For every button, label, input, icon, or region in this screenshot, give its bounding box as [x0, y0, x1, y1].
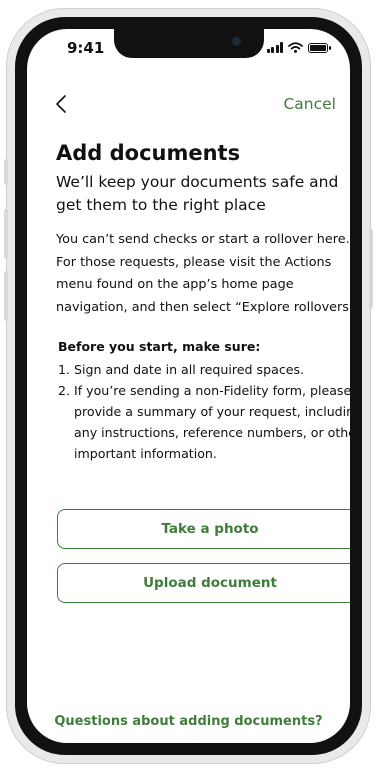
status-icons [266, 42, 331, 53]
phone-bezel: 9:41 Cancel Add documents We’ll keep you… [15, 17, 362, 755]
volume-up-button [4, 209, 8, 259]
page-title: Add documents [56, 141, 241, 165]
volume-down-button [4, 271, 8, 321]
help-link[interactable]: Questions about adding documents? [27, 714, 350, 729]
list-item-text: Sign and date in all required spaces. [74, 362, 305, 377]
mute-switch [4, 159, 8, 185]
page-subtitle: We’ll keep your documents safe and get t… [56, 173, 339, 214]
checklist-heading: Before you start, make sure: [58, 339, 261, 354]
list-item: 1. Sign and date in all required spaces. [58, 359, 350, 380]
phone-frame: 9:41 Cancel Add documents We’ll keep you… [4, 8, 373, 764]
list-item-number: 1. [58, 362, 71, 377]
upload-document-button[interactable]: Upload document [57, 563, 350, 603]
wifi-icon [288, 42, 303, 53]
battery-icon [308, 43, 331, 53]
list-item: 2. If you’re sending a non-Fidelity form… [58, 380, 350, 464]
screen: 9:41 Cancel Add documents We’ll keep you… [27, 29, 350, 743]
camera-icon [231, 37, 241, 46]
cellular-signal-icon [266, 42, 283, 53]
power-button [369, 229, 373, 309]
list-item-number: 2. [58, 383, 71, 398]
list-item-text: If you’re sending a non-Fidelity form, p… [74, 383, 350, 461]
chevron-left-icon[interactable] [51, 93, 73, 115]
info-text: You can’t send checks or start a rollove… [56, 232, 350, 315]
notch [113, 29, 264, 58]
status-time: 9:41 [67, 39, 105, 57]
cancel-button[interactable]: Cancel [283, 95, 336, 113]
checklist: 1. Sign and date in all required spaces.… [58, 359, 350, 464]
take-photo-button[interactable]: Take a photo [57, 509, 350, 549]
